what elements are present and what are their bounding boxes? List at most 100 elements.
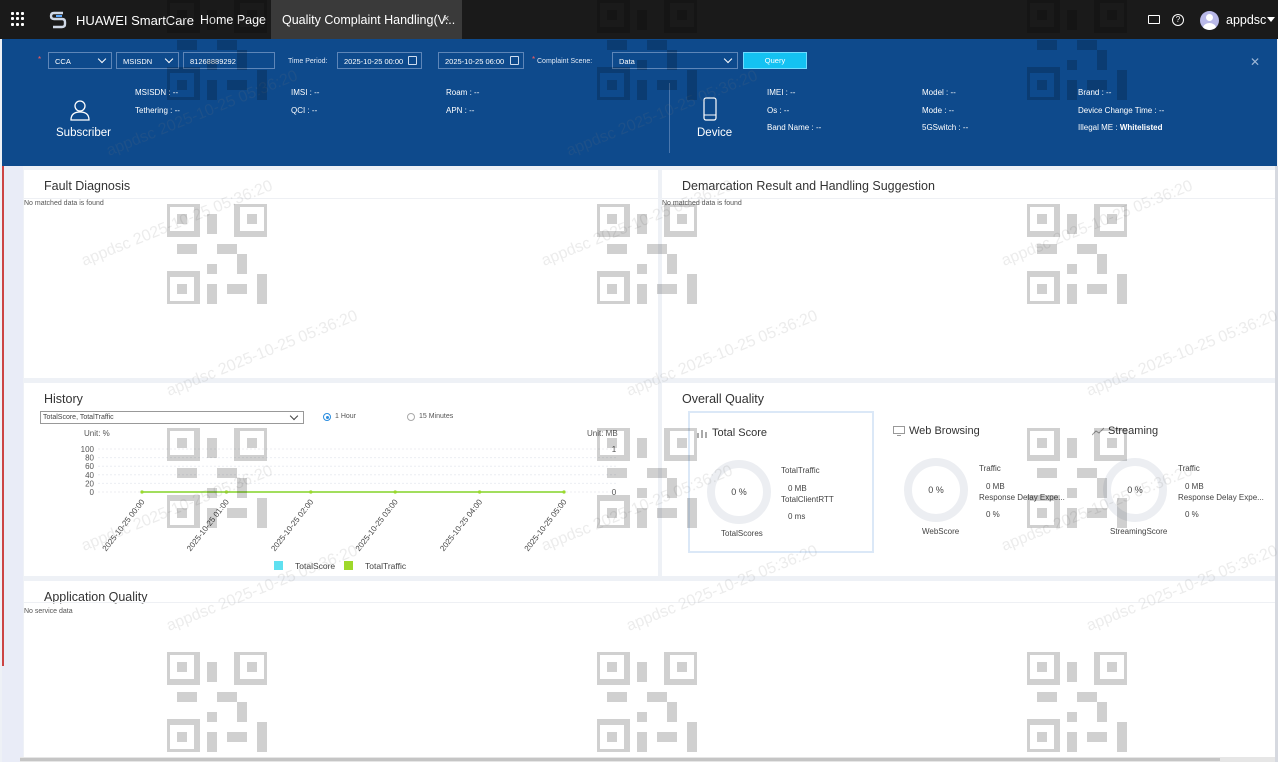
- history-panel: History TotalScore, TotalTraffic 1 Hour …: [24, 383, 658, 576]
- total-score-card[interactable]: Total Score 0 % TotalTraffic 0 MB TotalC…: [688, 411, 874, 553]
- subscriber-label: Subscriber: [56, 127, 111, 139]
- y2-tick-label: 0: [612, 488, 617, 497]
- streaming-score-caption: StreamingScore: [1110, 527, 1168, 536]
- legend-swatch: [344, 561, 353, 570]
- field-os: Os : --: [767, 106, 790, 115]
- msisdn-value: 81268889292: [190, 57, 236, 66]
- radio-15-minutes[interactable]: [407, 413, 415, 421]
- web-score-value: 0 %: [928, 485, 944, 495]
- field-tethering: Tethering : --: [135, 106, 180, 115]
- query-button[interactable]: Query: [743, 52, 807, 69]
- y2-tick-label: 1: [612, 445, 617, 454]
- history-metric-select[interactable]: TotalScore, TotalTraffic: [40, 411, 304, 424]
- complaint-scene-select[interactable]: Data: [612, 52, 738, 69]
- history-title: History: [44, 392, 83, 406]
- streaming-score-value: 0 %: [1127, 485, 1143, 495]
- app-grid-icon[interactable]: [11, 12, 25, 26]
- id-type-value: MSISDN: [123, 57, 153, 66]
- application-empty-text: No service data: [24, 608, 73, 615]
- data-point: [140, 490, 144, 494]
- horizontal-scrollbar[interactable]: [20, 757, 1275, 762]
- data-point: [393, 490, 397, 494]
- fault-diagnosis-panel: Fault Diagnosis No matched data is found: [24, 170, 658, 378]
- tab-home-page[interactable]: Home Page: [200, 13, 266, 27]
- y-tick-label: 40: [85, 471, 94, 480]
- metric-name: Traffic: [979, 464, 1001, 473]
- field-band-name: Band Name : --: [767, 123, 822, 132]
- tab-label: Quality Complaint Handling(V...: [282, 13, 456, 27]
- field-imsi: IMSI : --: [291, 88, 320, 97]
- username[interactable]: appdsc: [1226, 13, 1266, 27]
- chevron-down-icon: [164, 54, 174, 64]
- web-browsing-card[interactable]: Web Browsing 0 % Traffic 0 MB Response D…: [887, 411, 1073, 553]
- metric-value: 0 %: [986, 510, 1000, 519]
- streaming-card[interactable]: Streaming 0 % Traffic 0 MB Response Dela…: [1086, 411, 1272, 553]
- demarcation-panel: Demarcation Result and Handling Suggesti…: [662, 170, 1275, 378]
- start-time-value: 2025-10-25 00:00: [344, 57, 404, 66]
- user-menu-chevron-icon[interactable]: [1267, 17, 1275, 22]
- total-score-value: 0 %: [731, 487, 747, 497]
- help-icon[interactable]: ?: [1172, 14, 1184, 26]
- complaint-scene-label: Complaint Scene:: [537, 58, 593, 65]
- required-mark: *: [532, 55, 536, 64]
- field-5gswitch: 5GSwitch : --: [922, 123, 969, 132]
- x-tick-label: 2025-10-25 01:00: [185, 497, 231, 553]
- avatar[interactable]: [1200, 11, 1219, 30]
- y-tick-label: 100: [81, 445, 95, 454]
- tab-quality-complaint[interactable]: Quality Complaint Handling(V... ×: [271, 0, 462, 39]
- y-tick-label: 0: [90, 488, 95, 497]
- field-mode: Mode : --: [922, 106, 955, 115]
- x-tick-label: 2025-10-25 03:00: [354, 497, 400, 553]
- field-brand: Brand : --: [1078, 88, 1112, 97]
- field-msisdn: MSISDN : --: [135, 88, 179, 97]
- collapse-close-icon[interactable]: ✕: [1250, 55, 1260, 69]
- left-gutter: [2, 166, 23, 762]
- subscriber-device-header: * CCA MSISDN 81268889292 Time Period: 20…: [2, 39, 1277, 166]
- device-phone-icon: [703, 97, 717, 121]
- field-roam: Roam : --: [446, 88, 480, 97]
- x-tick-label: 2025-10-25 05:00: [523, 497, 569, 553]
- field-illegal-me: Illegal ME : Whitelisted: [1078, 123, 1163, 132]
- metric-name: Response Delay Expe...: [1178, 493, 1264, 502]
- calendar-icon: [408, 56, 417, 65]
- top-bar: HUAWEI SmartCare Home Page Quality Compl…: [0, 0, 1278, 39]
- legend-swatch: [274, 561, 283, 570]
- header-divider: [669, 83, 670, 153]
- x-tick-label: 2025-10-25 02:00: [269, 497, 315, 553]
- y-tick-label: 60: [85, 462, 94, 471]
- scene-value: Data: [619, 57, 635, 66]
- y-axis-label: Unit: %: [84, 429, 110, 438]
- start-time-picker[interactable]: 2025-10-25 00:00: [337, 52, 422, 69]
- data-point: [309, 490, 313, 494]
- demarcation-title: Demarcation Result and Handling Suggesti…: [682, 179, 935, 193]
- metric-name: Traffic: [1178, 464, 1200, 473]
- tab-close-icon[interactable]: ×: [443, 13, 449, 25]
- application-quality-panel: Application Quality No service data: [24, 581, 1275, 757]
- id-type-select[interactable]: MSISDN: [116, 52, 179, 69]
- field-device-change-time: Device Change Time : --: [1078, 106, 1165, 115]
- metric-value: 0 MB: [1185, 482, 1204, 491]
- radio-1-hour[interactable]: [323, 413, 331, 421]
- streaming-title: Streaming: [1108, 425, 1159, 437]
- monitor-icon: [893, 426, 905, 436]
- end-time-value: 2025-10-25 06:00: [445, 57, 505, 66]
- metric-name: TotalTraffic: [781, 466, 820, 475]
- legend-label: TotalTraffic: [365, 561, 407, 571]
- x-tick-label: 2025-10-25 00:00: [101, 497, 147, 553]
- metric-value: 0 %: [1185, 510, 1199, 519]
- metric-value: 0 MB: [788, 484, 807, 493]
- data-point: [224, 490, 228, 494]
- type-select[interactable]: CCA: [48, 52, 112, 69]
- radio-1-hour-label: 1 Hour: [335, 413, 357, 420]
- y2-axis-label: Unit: MB: [587, 429, 618, 438]
- device-label: Device: [697, 127, 733, 139]
- subscriber-icon: [70, 100, 90, 121]
- msisdn-input[interactable]: 81268889292: [183, 52, 275, 69]
- end-time-picker[interactable]: 2025-10-25 06:00: [438, 52, 524, 69]
- overall-quality-title: Overall Quality: [682, 392, 764, 406]
- total-score-title: Total Score: [712, 427, 768, 439]
- history-select-value: TotalScore, TotalTraffic: [43, 414, 114, 421]
- fault-empty-text: No matched data is found: [24, 200, 104, 207]
- mail-icon[interactable]: [1148, 15, 1160, 24]
- total-score-caption: TotalScores: [721, 529, 763, 538]
